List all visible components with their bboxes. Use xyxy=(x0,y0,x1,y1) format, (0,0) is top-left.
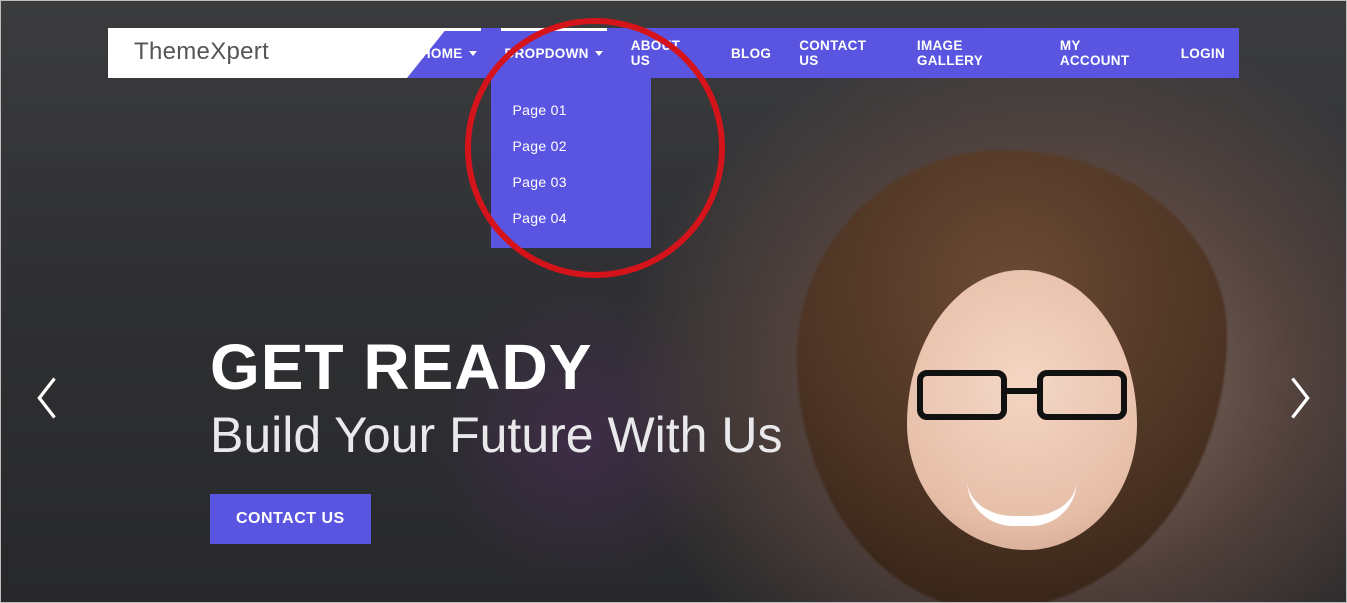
page-stage: ThemeXpert HOME DROPDOWN Page 01 Page 02 xyxy=(0,0,1347,603)
nav-item-label: HOME xyxy=(421,46,463,61)
chevron-left-icon xyxy=(35,376,61,425)
chevron-down-icon xyxy=(469,51,477,56)
nav-item-about-us[interactable]: ABOUT US xyxy=(617,28,717,78)
dropdown-item-label: Page 01 xyxy=(513,102,567,118)
chevron-right-icon xyxy=(1286,376,1312,425)
cta-label: CONTACT US xyxy=(236,510,345,527)
nav-item-label: CONTACT US xyxy=(799,38,889,68)
brand-logo-text: ThemeXpert xyxy=(134,38,269,66)
dropdown-item-label: Page 02 xyxy=(513,138,567,154)
hero-subtitle: Build Your Future With Us xyxy=(210,406,1227,464)
dropdown-item-page-02[interactable]: Page 02 xyxy=(491,128,651,164)
nav-item-blog[interactable]: BLOG xyxy=(717,28,785,78)
hero-section: GET READY Build Your Future With Us CONT… xyxy=(210,330,1227,544)
nav-item-login[interactable]: LOGIN xyxy=(1167,28,1239,78)
nav-item-my-account[interactable]: MY ACCOUNT xyxy=(1046,28,1167,78)
carousel-next-button[interactable] xyxy=(1279,370,1319,430)
dropdown-item-page-03[interactable]: Page 03 xyxy=(491,164,651,200)
dropdown-item-page-01[interactable]: Page 01 xyxy=(491,92,651,128)
nav-item-label: ABOUT US xyxy=(631,38,703,68)
carousel-prev-button[interactable] xyxy=(28,370,68,430)
brand-container[interactable]: ThemeXpert xyxy=(108,28,407,78)
chevron-down-icon xyxy=(595,51,603,56)
primary-nav: HOME DROPDOWN Page 01 Page 02 Page 03 xyxy=(407,28,1239,78)
dropdown-menu: Page 01 Page 02 Page 03 Page 04 xyxy=(491,78,651,248)
nav-item-label: BLOG xyxy=(731,46,771,61)
dropdown-item-label: Page 03 xyxy=(513,174,567,190)
dropdown-item-page-04[interactable]: Page 04 xyxy=(491,200,651,236)
nav-item-contact-us[interactable]: CONTACT US xyxy=(785,28,903,78)
dropdown-item-label: Page 04 xyxy=(513,210,567,226)
nav-item-label: MY ACCOUNT xyxy=(1060,38,1153,68)
top-navbar: ThemeXpert HOME DROPDOWN Page 01 Page 02 xyxy=(108,28,1239,78)
nav-item-label: DROPDOWN xyxy=(505,46,589,61)
nav-item-dropdown[interactable]: DROPDOWN Page 01 Page 02 Page 03 Page 04 xyxy=(491,28,617,78)
nav-item-home[interactable]: HOME xyxy=(407,28,491,78)
nav-item-image-gallery[interactable]: IMAGE GALLERY xyxy=(903,28,1046,78)
hero-title: GET READY xyxy=(210,330,1227,404)
nav-item-label: IMAGE GALLERY xyxy=(917,38,1032,68)
nav-item-label: LOGIN xyxy=(1181,46,1225,61)
contact-us-button[interactable]: CONTACT US xyxy=(210,494,371,544)
